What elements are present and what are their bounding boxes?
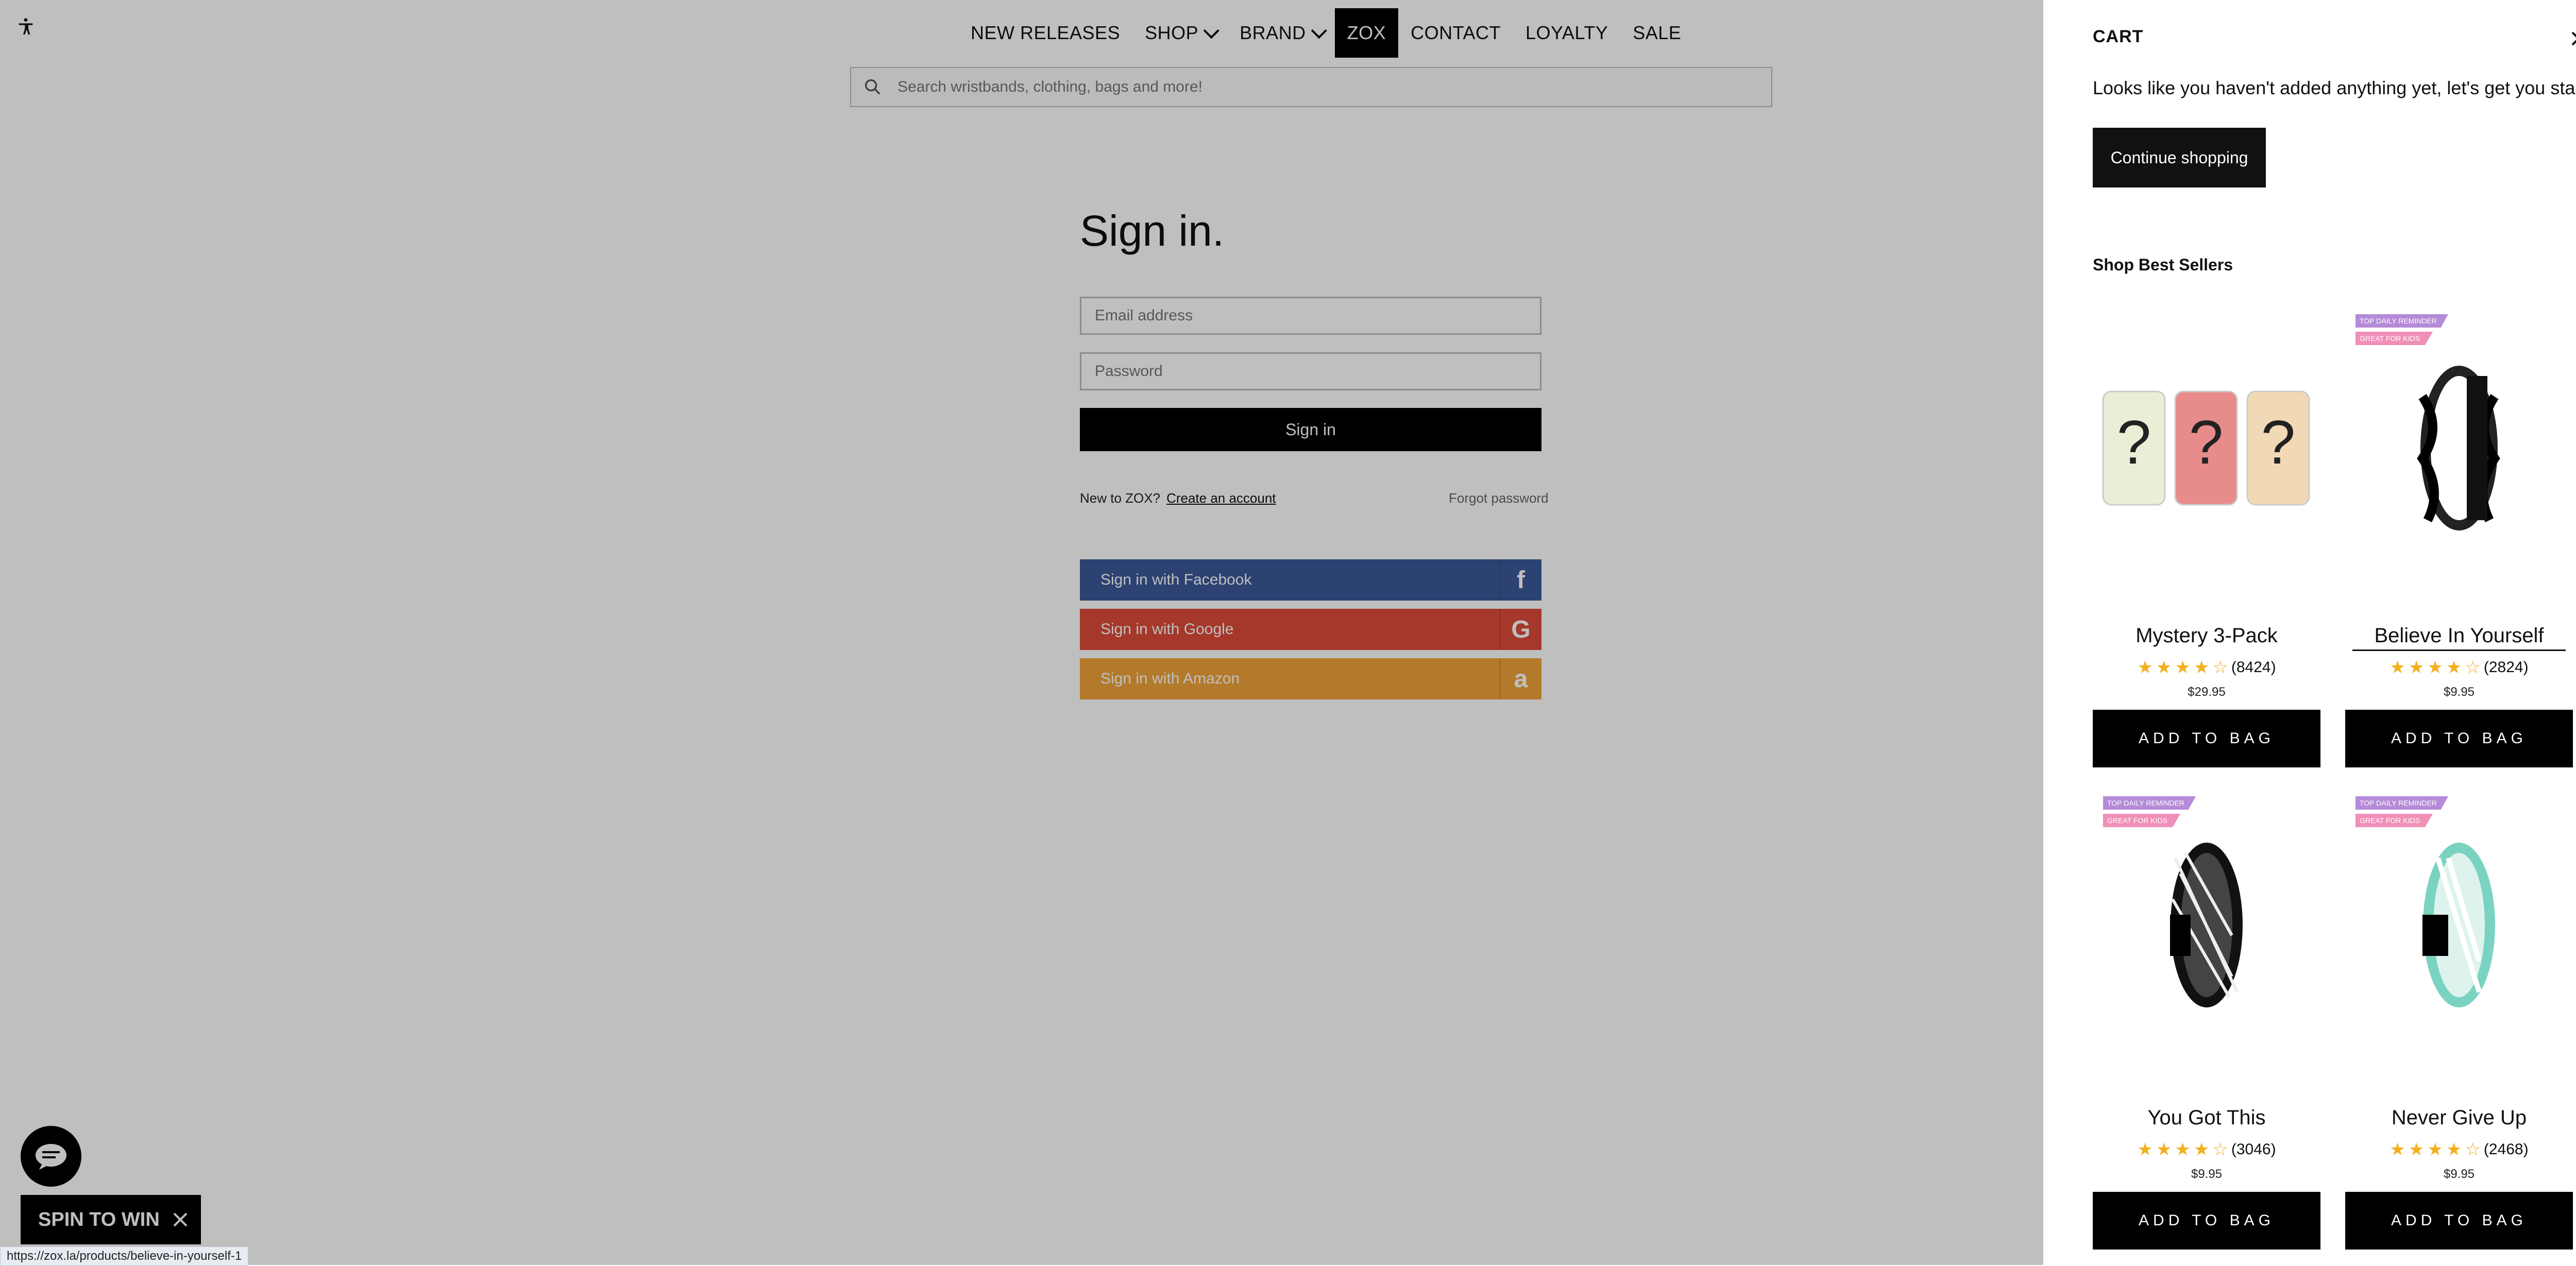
badge: TOP DAILY REMINDER bbox=[2355, 314, 2448, 328]
product-price: $9.95 bbox=[2443, 1167, 2475, 1181]
badge: TOP DAILY REMINDER bbox=[2355, 796, 2448, 810]
add-to-bag-button[interactable]: ADD TO BAG bbox=[2345, 1192, 2573, 1250]
star-icon: ★ bbox=[2446, 1140, 2462, 1159]
product-price: $9.95 bbox=[2443, 685, 2475, 699]
star-icon: ★ bbox=[2389, 658, 2405, 677]
star-icon: ★ bbox=[2193, 658, 2210, 677]
star-icon: ★ bbox=[2156, 658, 2172, 677]
star-icon: ★ bbox=[2427, 1140, 2443, 1159]
star-half-icon: ☆ bbox=[2465, 658, 2481, 677]
badge: GREAT FOR KIDS bbox=[2103, 814, 2180, 827]
product-name[interactable]: You Got This bbox=[2093, 1106, 2320, 1130]
product-rating: ★ ★ ★ ★ ☆ (2824) bbox=[2345, 657, 2573, 678]
page-overlay[interactable] bbox=[0, 0, 2043, 1265]
star-half-icon: ☆ bbox=[2212, 1140, 2228, 1159]
badge: TOP DAILY REMINDER bbox=[2103, 796, 2196, 810]
star-icon: ★ bbox=[2175, 658, 2191, 677]
product-image[interactable]: TOP DAILY REMINDER GREAT FOR KIDS bbox=[2093, 796, 2320, 1043]
product-rating: ★ ★ ★ ★ ☆ (8424) bbox=[2093, 657, 2320, 678]
best-sellers-heading: Shop Best Sellers bbox=[2093, 255, 2233, 274]
continue-shopping-button[interactable]: Continue shopping bbox=[2093, 128, 2266, 187]
review-count: (8424) bbox=[2231, 659, 2276, 676]
svg-text:?: ? bbox=[2261, 408, 2296, 477]
product-price: $29.95 bbox=[2188, 685, 2226, 699]
review-count: (2468) bbox=[2483, 1141, 2529, 1158]
add-to-bag-button[interactable]: ADD TO BAG bbox=[2345, 710, 2573, 767]
product-image[interactable]: TOP DAILY REMINDER GREAT FOR KIDS bbox=[2345, 314, 2573, 561]
svg-text:?: ? bbox=[2189, 408, 2224, 477]
cart-drawer: CART Looks like you haven't added anythi… bbox=[2043, 0, 2576, 1265]
star-icon: ★ bbox=[2193, 1140, 2210, 1159]
badge: GREAT FOR KIDS bbox=[2355, 332, 2433, 345]
star-icon: ★ bbox=[2156, 1140, 2172, 1159]
product-name[interactable]: Never Give Up bbox=[2345, 1106, 2573, 1130]
review-count: (2824) bbox=[2483, 659, 2529, 676]
star-icon: ★ bbox=[2446, 658, 2462, 677]
product-rating: ★ ★ ★ ★ ☆ (2468) bbox=[2345, 1139, 2573, 1160]
status-url: https://zox.la/products/believe-in-yours… bbox=[0, 1246, 249, 1266]
cart-title: CART bbox=[2093, 27, 2144, 46]
star-icon: ★ bbox=[2389, 1140, 2405, 1159]
star-icon: ★ bbox=[2137, 658, 2153, 677]
product-image[interactable]: TOP DAILY REMINDER GREAT FOR KIDS bbox=[2345, 796, 2573, 1043]
add-to-bag-button[interactable]: ADD TO BAG bbox=[2093, 1192, 2320, 1250]
star-icon: ★ bbox=[2427, 658, 2443, 677]
page: NEW RELEASES SHOP BRAND ZOX CONTACT LOYA… bbox=[0, 0, 2576, 1266]
star-icon: ★ bbox=[2137, 1140, 2153, 1159]
star-half-icon: ☆ bbox=[2465, 1140, 2481, 1159]
add-to-bag-button[interactable]: ADD TO BAG bbox=[2093, 710, 2320, 767]
star-icon: ★ bbox=[2408, 658, 2425, 677]
star-half-icon: ☆ bbox=[2212, 658, 2228, 677]
review-count: (3046) bbox=[2231, 1141, 2276, 1158]
product-price: $9.95 bbox=[2191, 1167, 2223, 1181]
close-icon[interactable] bbox=[2571, 30, 2576, 45]
star-icon: ★ bbox=[2408, 1140, 2425, 1159]
product-image[interactable]: ? ? ? bbox=[2093, 314, 2320, 561]
badge: GREAT FOR KIDS bbox=[2355, 814, 2433, 827]
cart-empty-message: Looks like you haven't added anything ye… bbox=[2093, 77, 2576, 98]
star-icon: ★ bbox=[2175, 1140, 2191, 1159]
svg-text:?: ? bbox=[2117, 408, 2151, 477]
product-rating: ★ ★ ★ ★ ☆ (3046) bbox=[2093, 1139, 2320, 1160]
product-name[interactable]: Believe In Yourself bbox=[2352, 624, 2566, 651]
product-name[interactable]: Mystery 3-Pack bbox=[2093, 624, 2320, 647]
